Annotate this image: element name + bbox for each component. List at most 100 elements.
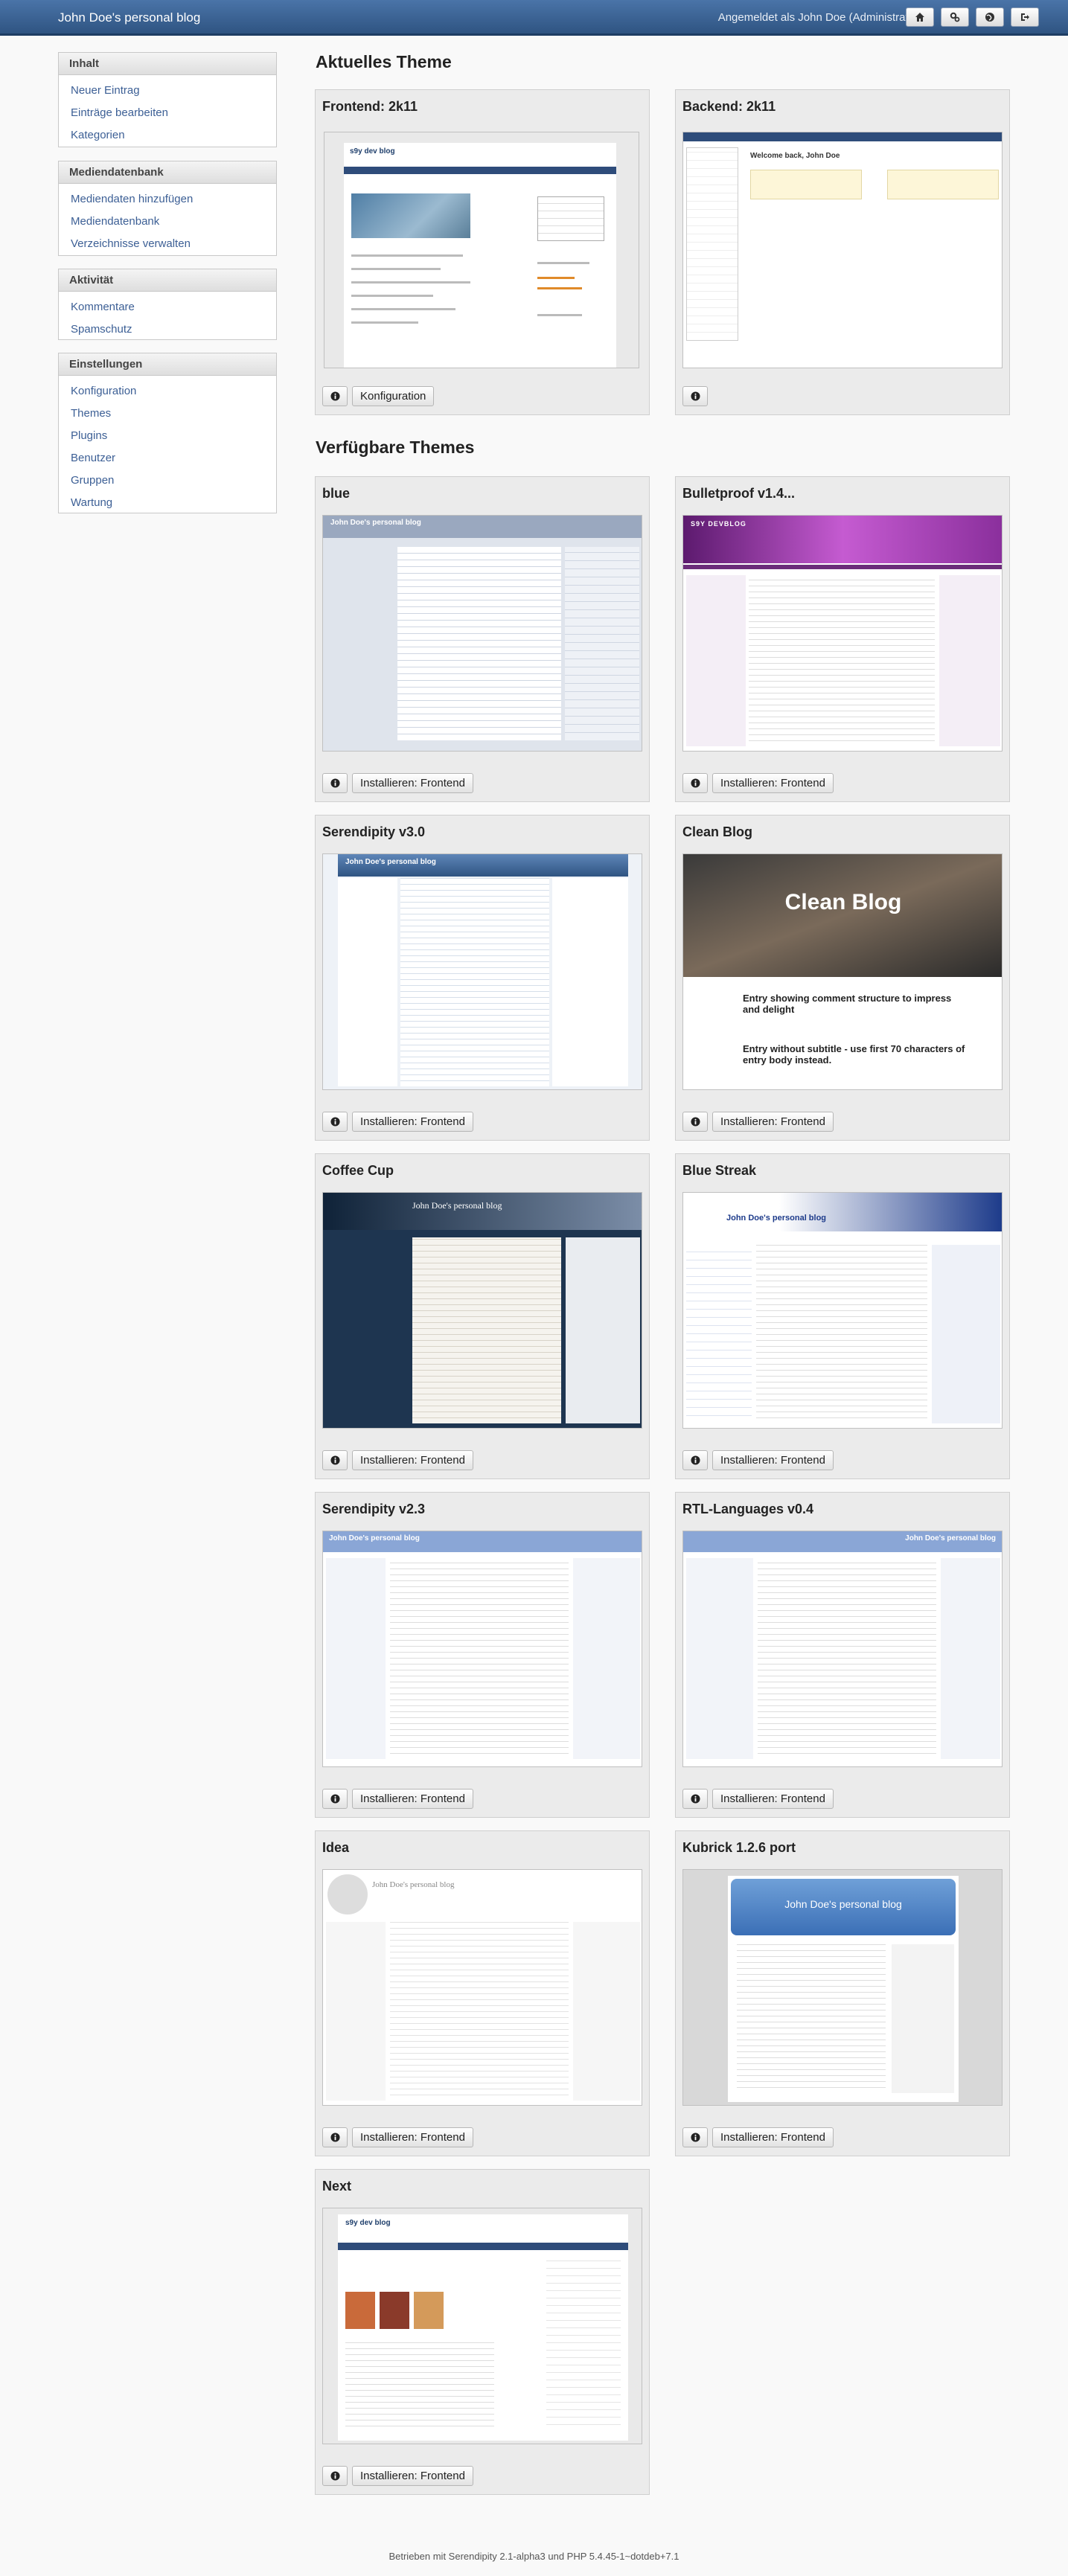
install-frontend-button[interactable]: Installieren: Frontend [712,773,834,793]
theme-title: RTL-Languages v0.4 [682,1502,814,1516]
sidebar-item-groups[interactable]: Gruppen [59,470,276,492]
theme-info-button[interactable] [322,773,348,793]
sidebar-heading: Mediendatenbank [59,161,276,184]
preview-blog-title: John Doe's personal blog [345,858,436,866]
preview-blog-title: John Doe's personal blog [726,1214,827,1223]
theme-info-button[interactable] [322,1112,348,1132]
preview-blog-title: s9y dev blog [345,2219,391,2227]
sidebar-item-spam-protection[interactable]: Spamschutz [59,318,276,341]
logged-in-user: Angemeldet als John Doe (Administrator) [717,11,922,24]
install-frontend-button[interactable]: Installieren: Frontend [352,2466,473,2486]
home-button[interactable] [906,7,934,27]
theme-preview: Clean Blog Entry showing comment structu… [682,853,1003,1090]
sidebar-item-comments[interactable]: Kommentare [59,296,276,318]
preview-blog-title: John Doe's personal blog [784,1898,902,1910]
info-icon [330,2133,340,2142]
theme-title: blue [322,486,351,501]
theme-card-serendipity-v2: Serendipity v2.3 John Doe's personal blo… [315,1492,650,1818]
install-frontend-button[interactable]: Installieren: Frontend [712,2127,834,2147]
info-icon [330,1117,340,1127]
sidebar-item-users[interactable]: Benutzer [59,447,276,470]
preview-welcome: Welcome back, John Doe [750,152,840,160]
preview-post-title: Entry showing comment structure to impre… [743,993,952,1015]
sidebar-item-categories[interactable]: Kategorien [59,124,276,147]
theme-card-blue: blue John Doe's personal blog Installier… [315,476,650,802]
theme-preview: John Doe's personal blog [322,1192,642,1429]
theme-info-button[interactable] [322,1450,348,1470]
sidebar-item-new-entry[interactable]: Neuer Eintrag [59,80,276,102]
theme-card-idea: Idea John Doe's personal blog Installier… [315,1830,650,2156]
sidebar-heading: Einstellungen [59,353,276,376]
view-blog-button[interactable] [976,7,1004,27]
sidebar-section-settings: Einstellungen Konfiguration Themes Plugi… [58,353,277,513]
theme-info-button[interactable] [322,1789,348,1809]
top-navbar: John Doe's personal blog Angemeldet als … [0,0,1068,36]
preview-blog-title: John Doe's personal blog [330,519,421,527]
preview-blog-title: John Doe's personal blog [905,1534,996,1542]
theme-info-button[interactable] [682,2127,708,2147]
sidebar-item-edit-entries[interactable]: Einträge bearbeiten [59,102,276,124]
info-icon [690,1794,700,1804]
install-frontend-button[interactable]: Installieren: Frontend [712,1112,834,1132]
sidebar-heading: Inhalt [59,53,276,75]
sidebar-item-maintenance[interactable]: Wartung [59,492,276,514]
theme-info-button[interactable] [682,1112,708,1132]
theme-preview: S9Y DEVBLOG [682,515,1003,752]
sidebar-item-plugins[interactable]: Plugins [59,425,276,447]
install-frontend-button[interactable]: Installieren: Frontend [352,1789,473,1809]
theme-title: Frontend: 2k11 [322,99,418,114]
configure-theme-button[interactable]: Konfiguration [352,386,435,406]
install-frontend-button[interactable]: Installieren: Frontend [352,1112,473,1132]
theme-card-serendipity-v3: Serendipity v3.0 John Doe's personal blo… [315,815,650,1141]
theme-title: Kubrick 1.2.6 port [682,1840,796,1855]
blog-title-link[interactable]: John Doe's personal blog [58,10,200,25]
theme-card-next: Next s9y dev blog Installieren: Frontend [315,2169,650,2495]
logout-button[interactable] [1011,7,1039,27]
theme-info-button[interactable] [322,386,348,406]
theme-info-button[interactable] [682,1450,708,1470]
theme-title: Serendipity v3.0 [322,824,426,839]
info-icon [690,1117,700,1127]
globe-icon [985,13,994,22]
sidebar-item-media-library[interactable]: Mediendatenbank [59,211,276,233]
page-footer: Betrieben mit Serendipity 2.1-alpha3 und… [388,2551,680,2562]
install-frontend-button[interactable]: Installieren: Frontend [712,1789,834,1809]
theme-card-blue-streak: Blue Streak John Doe's personal blog Ins… [675,1153,1010,1479]
install-frontend-button[interactable]: Installieren: Frontend [352,2127,473,2147]
sidebar-item-themes[interactable]: Themes [59,403,276,425]
info-icon [330,391,340,401]
settings-button[interactable] [941,7,969,27]
preview-blog-title: John Doe's personal blog [329,1534,420,1542]
theme-info-button[interactable] [322,2466,348,2486]
theme-title: Next [322,2179,352,2194]
info-icon [690,391,700,401]
theme-title: Coffee Cup [322,1163,394,1178]
theme-preview: John Doe's personal blog [682,1192,1003,1429]
install-frontend-button[interactable]: Installieren: Frontend [712,1450,834,1470]
theme-card-clean-blog: Clean Blog Clean Blog Entry showing comm… [675,815,1010,1141]
theme-info-button[interactable] [682,386,708,406]
theme-preview: s9y dev blog [324,132,639,368]
theme-info-button[interactable] [682,773,708,793]
theme-card-coffee-cup: Coffee Cup John Doe's personal blog Inst… [315,1153,650,1479]
sidebar-heading: Aktivität [59,269,276,292]
available-themes-heading: Verfügbare Themes [316,438,475,457]
sidebar-item-configuration[interactable]: Konfiguration [59,380,276,403]
preview-blog-title: John Doe's personal blog [372,1880,455,1889]
sidebar-item-manage-directories[interactable]: Verzeichnisse verwalten [59,233,276,255]
install-frontend-button[interactable]: Installieren: Frontend [352,773,473,793]
theme-card-bulletproof: Bulletproof v1.4... S9Y DEVBLOG Installi… [675,476,1010,802]
home-icon [915,13,924,22]
theme-info-button[interactable] [682,1789,708,1809]
theme-preview: John Doe's personal blog [682,1869,1003,2106]
preview-blog-title: s9y dev blog [350,147,395,156]
sidebar-item-add-media[interactable]: Mediendaten hinzufügen [59,188,276,211]
info-icon [690,778,700,788]
install-frontend-button[interactable]: Installieren: Frontend [352,1450,473,1470]
theme-preview: John Doe's personal blog [322,1531,642,1767]
current-theme-heading: Aktuelles Theme [316,52,452,71]
theme-info-button[interactable] [322,2127,348,2147]
info-icon [330,1455,340,1465]
theme-title: Clean Blog [682,824,753,839]
sidebar-section-content: Inhalt Neuer Eintrag Einträge bearbeiten… [58,52,277,147]
